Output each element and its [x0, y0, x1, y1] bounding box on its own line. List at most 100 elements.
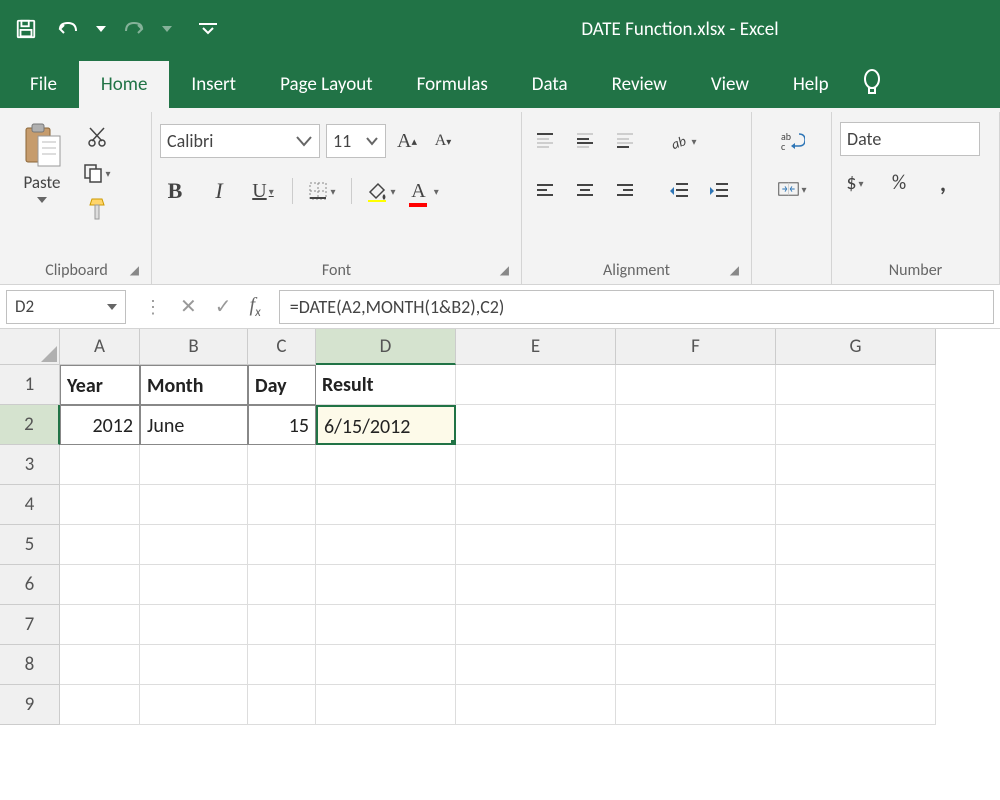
percent-format-button[interactable]: % — [884, 168, 914, 198]
cell-C6[interactable] — [248, 565, 316, 605]
undo-button[interactable] — [54, 15, 82, 43]
cell-B5[interactable] — [140, 525, 248, 565]
column-header-G[interactable]: G — [776, 329, 936, 365]
cell-C7[interactable] — [248, 605, 316, 645]
cell-G9[interactable] — [776, 685, 936, 725]
borders-button[interactable]: ▾ — [307, 176, 337, 206]
cell-G1[interactable] — [776, 365, 936, 405]
format-painter-button[interactable] — [80, 196, 114, 222]
cell-F3[interactable] — [616, 445, 776, 485]
orientation-button[interactable]: ab▾ — [668, 126, 698, 156]
tab-help[interactable]: Help — [771, 61, 851, 108]
cell-E5[interactable] — [456, 525, 616, 565]
tab-page-layout[interactable]: Page Layout — [258, 61, 395, 108]
cell-B6[interactable] — [140, 565, 248, 605]
cell-G3[interactable] — [776, 445, 936, 485]
cell-D7[interactable] — [316, 605, 456, 645]
cell-G7[interactable] — [776, 605, 936, 645]
fill-color-button[interactable]: ▾ — [366, 176, 396, 206]
cell-G8[interactable] — [776, 645, 936, 685]
cell-C9[interactable] — [248, 685, 316, 725]
expand-formula-bar-icon[interactable]: ⋮ — [144, 296, 162, 318]
name-box[interactable]: D2 — [6, 290, 126, 324]
cell-D9[interactable] — [316, 685, 456, 725]
underline-button[interactable]: U▾ — [248, 176, 278, 206]
paste-button[interactable]: Paste — [10, 116, 74, 203]
cell-F2[interactable] — [616, 405, 776, 445]
tab-insert[interactable]: Insert — [169, 61, 258, 108]
cell-B8[interactable] — [140, 645, 248, 685]
cell-E2[interactable] — [456, 405, 616, 445]
row-header-3[interactable]: 3 — [0, 445, 60, 485]
enter-formula-button[interactable]: ✓ — [215, 294, 232, 319]
cell-B7[interactable] — [140, 605, 248, 645]
column-header-E[interactable]: E — [456, 329, 616, 365]
tab-view[interactable]: View — [689, 61, 771, 108]
cell-C3[interactable] — [248, 445, 316, 485]
cell-C1[interactable]: Day — [248, 365, 316, 405]
cell-A5[interactable] — [60, 525, 140, 565]
italic-button[interactable]: I — [204, 176, 234, 206]
row-header-8[interactable]: 8 — [0, 645, 60, 685]
dialog-launcher-icon[interactable]: ◢ — [730, 263, 739, 278]
tab-file[interactable]: File — [8, 61, 79, 108]
align-bottom-button[interactable] — [610, 126, 640, 156]
cell-G5[interactable] — [776, 525, 936, 565]
cell-E4[interactable] — [456, 485, 616, 525]
font-name-combo[interactable]: Calibri — [160, 124, 320, 158]
align-center-button[interactable] — [570, 176, 600, 206]
decrease-indent-button[interactable] — [664, 176, 694, 206]
tell-me-button[interactable] — [851, 56, 905, 108]
row-header-5[interactable]: 5 — [0, 525, 60, 565]
cell-D8[interactable] — [316, 645, 456, 685]
wrap-text-button[interactable]: abc — [777, 126, 807, 156]
cell-C5[interactable] — [248, 525, 316, 565]
cell-C8[interactable] — [248, 645, 316, 685]
cell-A6[interactable] — [60, 565, 140, 605]
cell-A4[interactable] — [60, 485, 140, 525]
row-header-4[interactable]: 4 — [0, 485, 60, 525]
cell-B9[interactable] — [140, 685, 248, 725]
increase-indent-button[interactable] — [704, 176, 734, 206]
select-all-corner[interactable] — [0, 329, 60, 365]
align-right-button[interactable] — [610, 176, 640, 206]
cell-F9[interactable] — [616, 685, 776, 725]
cell-D3[interactable] — [316, 445, 456, 485]
cell-E8[interactable] — [456, 645, 616, 685]
cell-E1[interactable] — [456, 365, 616, 405]
cell-C4[interactable] — [248, 485, 316, 525]
cell-B1[interactable]: Month — [140, 365, 248, 405]
align-top-button[interactable] — [530, 126, 560, 156]
cell-E7[interactable] — [456, 605, 616, 645]
cell-A8[interactable] — [60, 645, 140, 685]
bold-button[interactable]: B — [160, 176, 190, 206]
cell-F1[interactable] — [616, 365, 776, 405]
cell-A9[interactable] — [60, 685, 140, 725]
cancel-formula-button[interactable]: ✕ — [180, 294, 197, 319]
cell-G6[interactable] — [776, 565, 936, 605]
tab-data[interactable]: Data — [510, 61, 590, 108]
cell-A7[interactable] — [60, 605, 140, 645]
cell-D1[interactable]: Result — [316, 365, 456, 405]
cell-A2[interactable]: 2012 — [60, 405, 140, 445]
paste-dropdown-icon[interactable] — [37, 197, 47, 203]
column-header-F[interactable]: F — [616, 329, 776, 365]
cell-F7[interactable] — [616, 605, 776, 645]
cell-B2[interactable]: June — [140, 405, 248, 445]
tab-review[interactable]: Review — [590, 61, 689, 108]
copy-button[interactable]: ▾ — [80, 160, 114, 186]
cell-D5[interactable] — [316, 525, 456, 565]
cell-D4[interactable] — [316, 485, 456, 525]
cells-area[interactable]: YearMonthDayResult2012June156/15/2012 — [60, 365, 936, 725]
row-header-2[interactable]: 2 — [0, 405, 60, 445]
dialog-launcher-icon[interactable]: ◢ — [500, 263, 509, 278]
row-header-7[interactable]: 7 — [0, 605, 60, 645]
cell-F8[interactable] — [616, 645, 776, 685]
cell-B4[interactable] — [140, 485, 248, 525]
column-header-C[interactable]: C — [248, 329, 316, 365]
cell-F4[interactable] — [616, 485, 776, 525]
save-button[interactable] — [12, 15, 40, 43]
cell-G4[interactable] — [776, 485, 936, 525]
cell-D2[interactable]: 6/15/2012 — [316, 405, 456, 445]
cell-E9[interactable] — [456, 685, 616, 725]
